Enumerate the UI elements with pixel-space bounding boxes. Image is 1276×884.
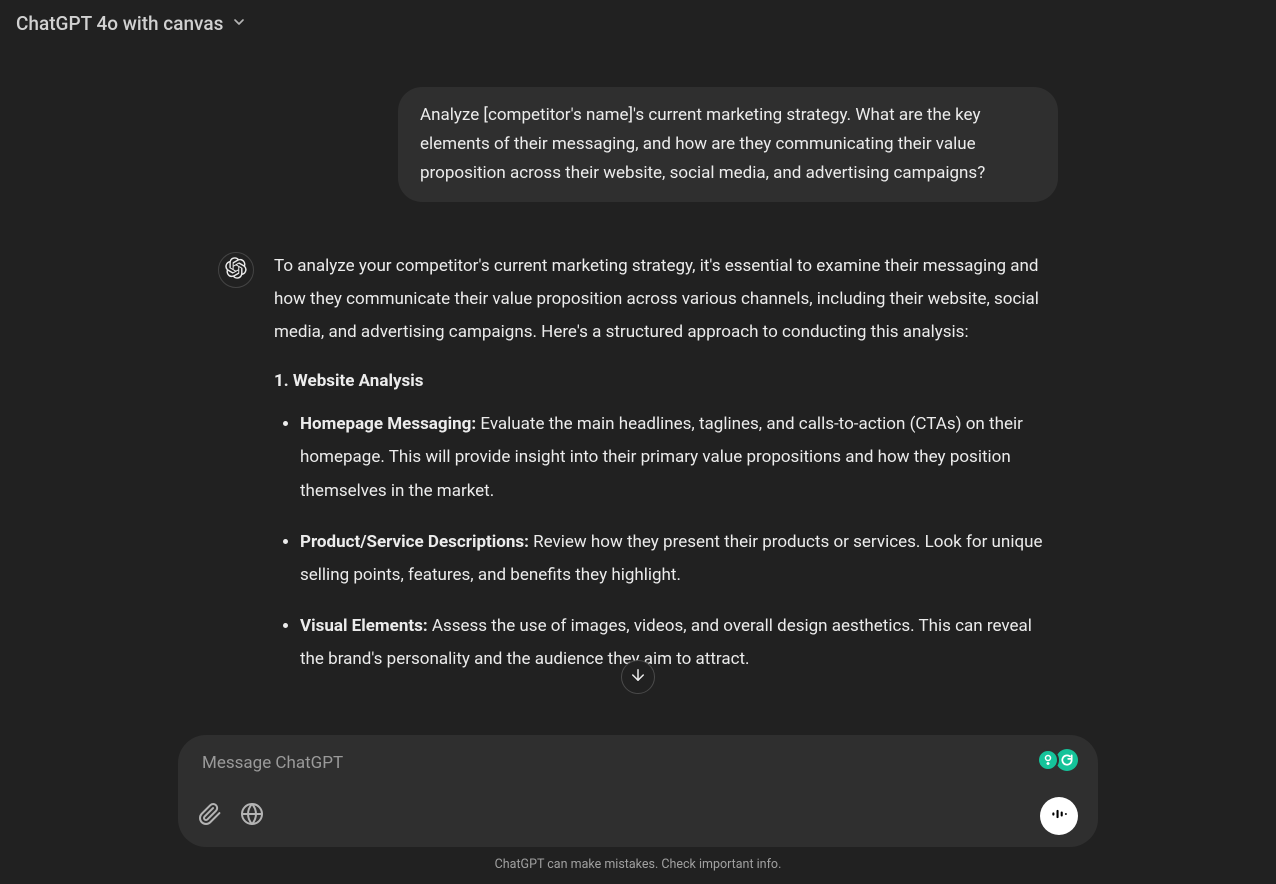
conversation-thread: Analyze [competitor's name]'s current ma… xyxy=(158,47,1118,694)
message-input[interactable] xyxy=(198,751,1078,775)
grammarly-add-icon[interactable] xyxy=(1037,749,1059,771)
composer-area: ChatGPT can make mistakes. Check importa… xyxy=(0,735,1276,884)
list-item: Homepage Messaging: Evaluate the main he… xyxy=(300,408,1058,507)
openai-logo-icon xyxy=(225,257,247,283)
list-item: Visual Elements: Assess the use of image… xyxy=(300,610,1058,676)
disclaimer-text: ChatGPT can make mistakes. Check importa… xyxy=(495,857,782,872)
model-label: ChatGPT 4o with canvas xyxy=(16,12,223,35)
composer xyxy=(178,735,1098,847)
composer-left-tools xyxy=(198,804,264,828)
assistant-intro-text: To analyze your competitor's current mar… xyxy=(274,250,1058,349)
assistant-message: To analyze your competitor's current mar… xyxy=(274,250,1058,695)
bullet-label: Homepage Messaging: xyxy=(300,414,476,434)
header-bar: ChatGPT 4o with canvas xyxy=(0,0,1276,47)
grammarly-extension-badges xyxy=(1037,749,1078,771)
web-search-button[interactable] xyxy=(240,804,264,828)
scroll-to-bottom-button[interactable] xyxy=(621,660,655,694)
grammarly-icon[interactable] xyxy=(1056,749,1078,771)
globe-icon xyxy=(240,802,264,830)
bullet-label: Visual Elements: xyxy=(300,616,428,636)
waveform-icon xyxy=(1049,804,1069,828)
assistant-avatar xyxy=(218,252,254,288)
chevron-down-icon xyxy=(231,12,247,35)
model-selector[interactable]: ChatGPT 4o with canvas xyxy=(16,12,247,35)
bullet-list: Homepage Messaging: Evaluate the main he… xyxy=(274,408,1058,676)
assistant-turn: To analyze your competitor's current mar… xyxy=(218,250,1058,695)
user-turn: Analyze [competitor's name]'s current ma… xyxy=(218,87,1058,202)
bullet-label: Product/Service Descriptions: xyxy=(300,532,529,552)
user-message-text: Analyze [competitor's name]'s current ma… xyxy=(420,105,985,183)
user-message-bubble: Analyze [competitor's name]'s current ma… xyxy=(398,87,1058,202)
list-item: Product/Service Descriptions: Review how… xyxy=(300,526,1058,592)
paperclip-icon xyxy=(198,802,222,830)
voice-input-button[interactable] xyxy=(1040,797,1078,835)
composer-toolbar xyxy=(198,797,1078,835)
arrow-down-icon xyxy=(629,666,647,688)
attach-button[interactable] xyxy=(198,804,222,828)
section-heading: 1. Website Analysis xyxy=(274,365,1058,398)
